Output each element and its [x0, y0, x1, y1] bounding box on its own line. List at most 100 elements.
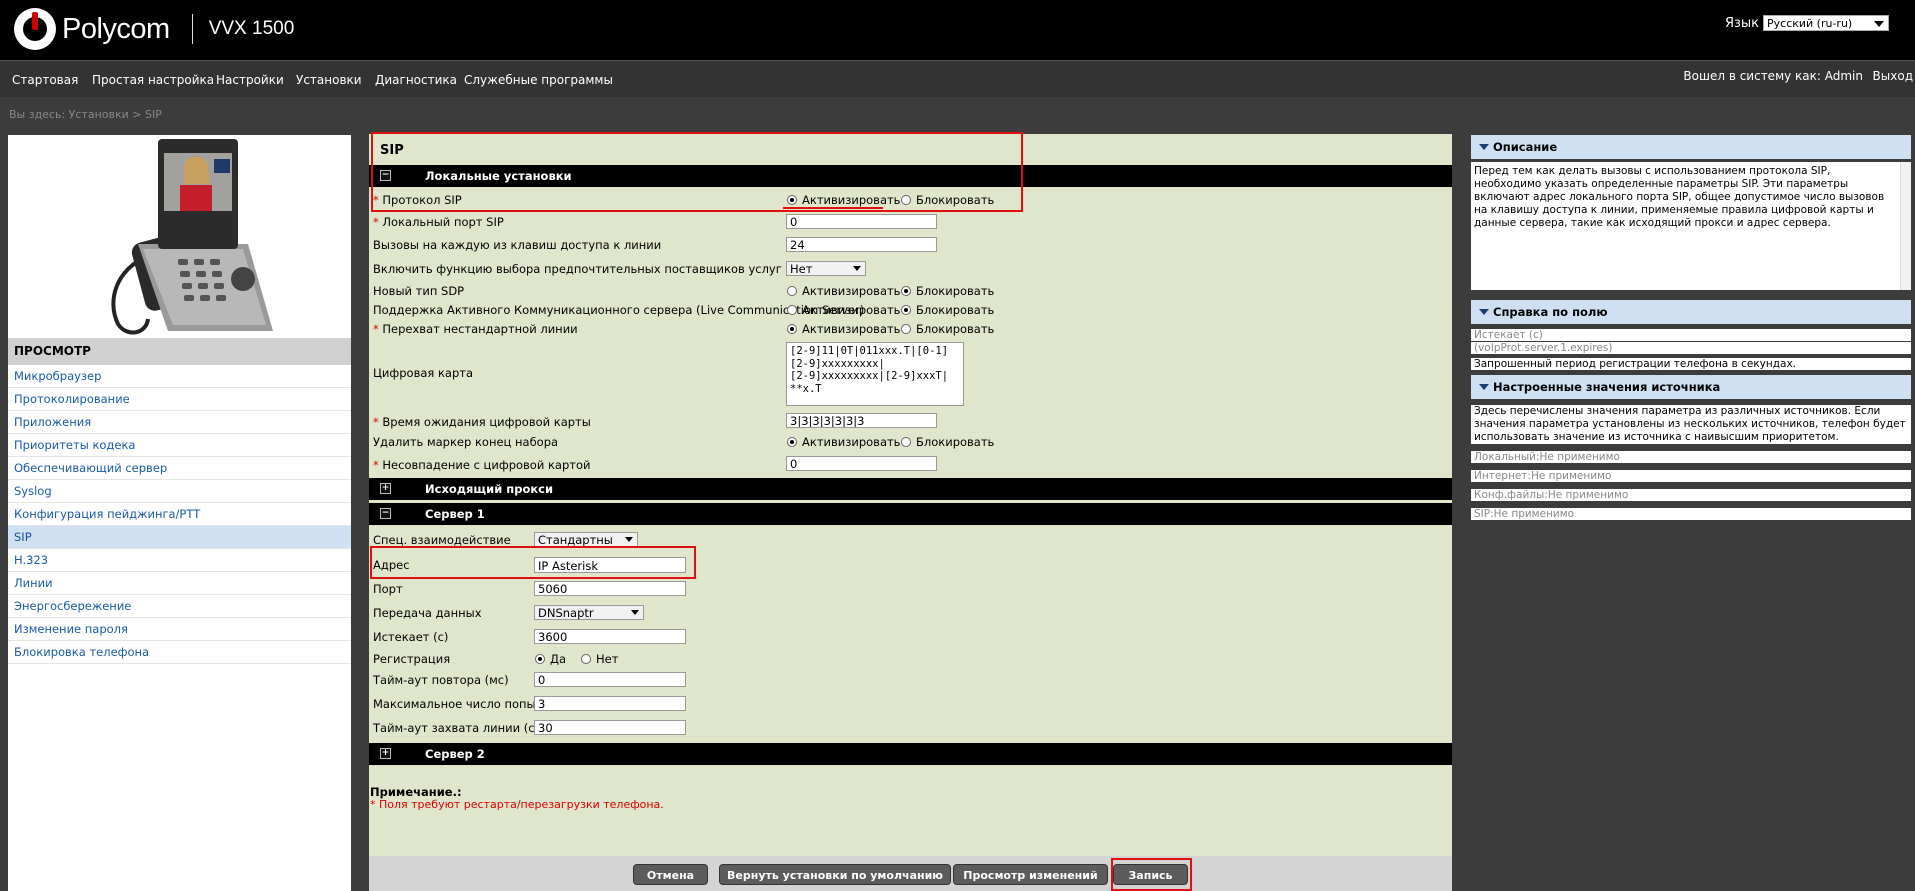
digitmap-textarea[interactable]: [2-9]11|0T|011xxx.T|[0-1] [2-9]xxxxxxxxx…	[786, 342, 964, 406]
sidebar-item-h323[interactable]: H.323	[8, 549, 351, 572]
port-label: Порт	[373, 582, 403, 596]
lcs-enable[interactable]: Активизировать	[787, 303, 900, 317]
source-config-files: Конф.файлы:Не применимо	[1471, 489, 1911, 501]
description-header[interactable]: Описание	[1471, 135, 1911, 159]
sidebar-item-power-saving[interactable]: Энергосбережение	[8, 595, 351, 618]
local-port-label: * Локальный порт SIP	[373, 215, 504, 229]
highlight-underline	[783, 207, 883, 209]
sidebar-item-logging[interactable]: Протоколирование	[8, 388, 351, 411]
source-sip: SIP:Не применимо	[1471, 508, 1911, 520]
sidebar-item-codec-priorities[interactable]: Приоритеты кодека	[8, 434, 351, 457]
triangle-down-icon	[1479, 309, 1489, 315]
radio-icon[interactable]	[901, 305, 911, 315]
triangle-down-icon	[1479, 384, 1489, 390]
section-server-1[interactable]: − Сервер 1	[369, 503, 1452, 525]
note-text: * Поля требуют рестарта/перезагрузки тел…	[370, 798, 664, 811]
lcs-disable[interactable]: Блокировать	[901, 303, 994, 317]
save-button[interactable]: Запись	[1113, 864, 1188, 885]
sip-protocol-label: * Протокол SIP	[373, 193, 462, 207]
address-input[interactable]: IP Asterisk	[534, 557, 686, 573]
section-outbound-proxy[interactable]: + Исходящий прокси	[369, 478, 1452, 500]
source-local: Локальный:Не применимо	[1471, 451, 1911, 463]
sdp-label: Новый тип SDP	[373, 284, 465, 298]
sip-protocol-enable[interactable]: Активизировать	[787, 193, 900, 207]
transport-label: Передача данных	[373, 606, 482, 620]
remove-marker-disable[interactable]: Блокировать	[901, 435, 994, 449]
sidebar-item-lines[interactable]: Линии	[8, 572, 351, 595]
sidebar-item-microbrowser[interactable]: Микробраузер	[8, 365, 351, 388]
phone-image	[111, 139, 273, 335]
sidebar-item-syslog[interactable]: Syslog	[8, 480, 351, 503]
source-web: Интернет:Не применимо	[1471, 470, 1911, 482]
sidebar-item-paging-ptt[interactable]: Конфигурация пейджинга/PTT	[8, 503, 351, 526]
calls-per-key-input[interactable]: 24	[786, 237, 937, 252]
radio-icon[interactable]	[581, 654, 591, 664]
radio-icon[interactable]	[787, 195, 797, 205]
remove-marker-enable[interactable]: Активизировать	[787, 435, 900, 449]
nav-home[interactable]: Стартовая	[12, 73, 78, 87]
cancel-button[interactable]: Отмена	[633, 864, 708, 885]
transport-select[interactable]: DNSnaptr	[534, 605, 644, 620]
description-text: Перед тем как делать вызовы с использова…	[1474, 165, 1885, 229]
field-help-header[interactable]: Справка по полю	[1471, 300, 1911, 324]
nav-preferences[interactable]: Установки	[296, 73, 362, 87]
sidebar-item-phone-lock[interactable]: Блокировка телефона	[8, 641, 351, 664]
expand-icon[interactable]: +	[380, 483, 391, 494]
description-scrollbar[interactable]	[1900, 162, 1911, 290]
reset-defaults-button[interactable]: Вернуть установки по умолчанию	[719, 864, 951, 885]
local-port-input[interactable]: 0	[786, 214, 937, 229]
retry-timeout-input[interactable]: 0	[534, 672, 686, 687]
line-seize-input[interactable]: 30	[534, 720, 686, 735]
radio-icon[interactable]	[901, 437, 911, 447]
language-dropdown[interactable]: Русский (ru-ru)	[1763, 15, 1889, 31]
intercept-disable[interactable]: Блокировать	[901, 322, 994, 336]
radio-icon[interactable]	[901, 195, 911, 205]
view-changes-button[interactable]: Просмотр изменений	[953, 864, 1108, 885]
mismatch-input[interactable]: 0	[786, 456, 937, 471]
radio-icon[interactable]	[787, 324, 797, 334]
register-yes[interactable]: Да	[535, 652, 566, 666]
nav-simple-setup[interactable]: Простая настройка	[92, 73, 214, 87]
retry-timeout-label: Тайм-аут повтора (мс)	[373, 673, 509, 687]
sdp-disable[interactable]: Блокировать	[901, 284, 994, 298]
logout-link[interactable]: Выход	[1873, 69, 1913, 83]
register-no[interactable]: Нет	[581, 652, 618, 666]
address-label: Адрес	[373, 558, 410, 572]
view-list: Микробраузер Протоколирование Приложения…	[8, 365, 351, 664]
section-local-settings[interactable]: − Локальные установки	[369, 165, 1452, 187]
sdp-enable[interactable]: Активизировать	[787, 284, 900, 298]
collapse-icon[interactable]: −	[380, 170, 391, 181]
radio-icon[interactable]	[535, 654, 545, 664]
digitmap-label: Цифровая карта	[373, 366, 474, 380]
triangle-down-icon	[1479, 144, 1489, 150]
nav-diagnostics[interactable]: Диагностика	[375, 73, 457, 87]
sidebar-item-change-password[interactable]: Изменение пароля	[8, 618, 351, 641]
nav-settings[interactable]: Настройки	[216, 73, 284, 87]
expand-icon[interactable]: +	[380, 748, 391, 759]
view-section-header: ПРОСМОТР	[8, 338, 351, 365]
radio-icon[interactable]	[787, 305, 797, 315]
radio-icon[interactable]	[787, 286, 797, 296]
radio-icon[interactable]	[901, 324, 911, 334]
roaming-select[interactable]: Нет	[786, 261, 866, 276]
section-server-2[interactable]: + Сервер 2	[369, 743, 1452, 765]
source-values-header[interactable]: Настроенные значения источника	[1471, 375, 1911, 399]
nav-utilities[interactable]: Служебные программы	[464, 73, 613, 87]
calls-per-key-label: Вызовы на каждую из клавиш доступа к лин…	[373, 238, 662, 252]
expires-input[interactable]: 3600	[534, 629, 686, 644]
radio-icon[interactable]	[901, 286, 911, 296]
sidebar-item-applications[interactable]: Приложения	[8, 411, 351, 434]
port-input[interactable]: 5060	[534, 581, 686, 596]
digitmap-timeout-input[interactable]: 3|3|3|3|3|3|3	[786, 413, 937, 428]
max-retries-input[interactable]: 3	[534, 696, 686, 711]
max-retries-label: Максимальное число попыток	[373, 697, 557, 711]
sidebar-item-provisioning-server[interactable]: Обеспечивающий сервер	[8, 457, 351, 480]
sip-protocol-disable[interactable]: Блокировать	[901, 193, 994, 207]
intercept-enable[interactable]: Активизировать	[787, 322, 900, 336]
radio-icon[interactable]	[787, 437, 797, 447]
model-name: VVX 1500	[208, 18, 295, 39]
sidebar-item-sip[interactable]: SIP	[8, 526, 351, 549]
collapse-icon[interactable]: −	[380, 508, 391, 519]
expires-label: Истекает (с)	[373, 630, 449, 644]
special-select[interactable]: Стандартны	[534, 532, 638, 547]
